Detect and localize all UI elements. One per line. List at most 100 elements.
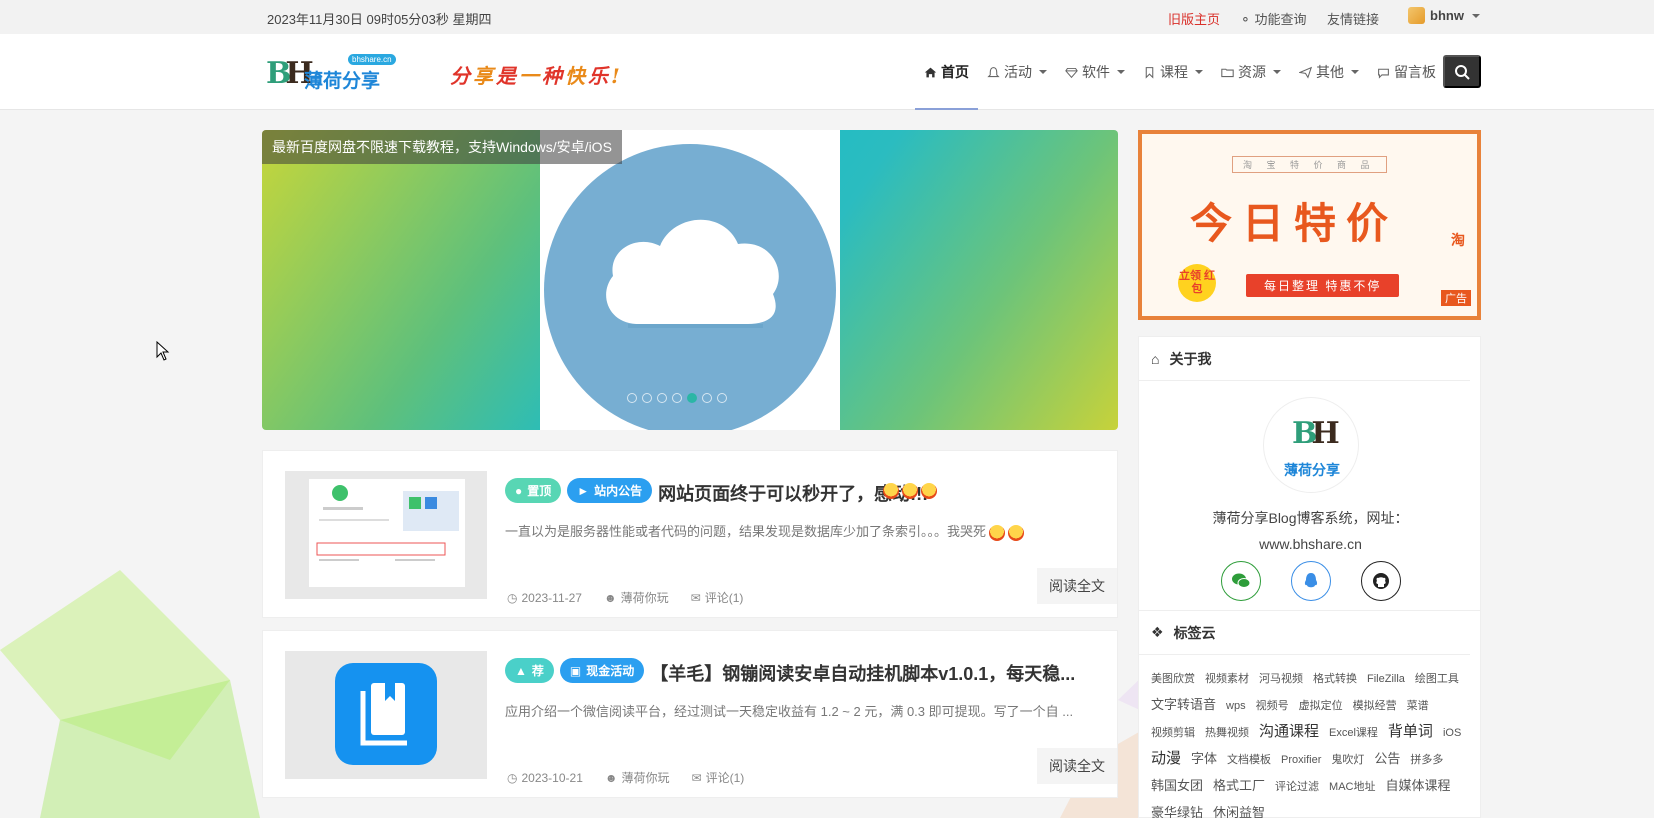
nav-activity[interactable]: 活动: [978, 34, 1056, 110]
post-author[interactable]: ☻ 薄荷你玩: [604, 589, 669, 606]
old-home-link[interactable]: 旧版主页: [1168, 9, 1220, 28]
badge-pinned[interactable]: ● 置顶: [505, 478, 562, 503]
tag-link[interactable]: 评论过滤: [1275, 774, 1319, 800]
post-comments[interactable]: ✉ 评论(1): [692, 769, 745, 786]
github-button[interactable]: [1361, 561, 1401, 601]
tag-link[interactable]: 休闲益智: [1213, 800, 1265, 818]
tag-link[interactable]: 格式工厂: [1213, 773, 1265, 799]
chevron-down-icon: [1351, 70, 1359, 74]
post-title-wrap: 【羊毛】钢镚阅读安卓自动挂机脚本v1.0.1，每天稳...: [650, 660, 1075, 684]
post-date: ◷ 2023-11-27: [507, 589, 582, 606]
thumbs-up-icon: ▲: [515, 663, 527, 678]
friend-links-link[interactable]: 友情链接: [1327, 9, 1379, 28]
carousel-dot[interactable]: [657, 393, 667, 403]
nav-label: 课程: [1160, 64, 1188, 80]
logo-mark: BH: [1292, 416, 1340, 451]
carousel-dot[interactable]: [702, 393, 712, 403]
tag-link[interactable]: 文档模板: [1227, 747, 1271, 773]
badge-label: 现金活动: [586, 664, 635, 678]
tag-link[interactable]: 热舞视频: [1205, 720, 1249, 746]
tag-link[interactable]: 背单词: [1388, 719, 1433, 745]
tags-icon: ❖: [1151, 624, 1164, 640]
post-author[interactable]: ☻ 薄荷你玩: [605, 769, 670, 786]
tag-link[interactable]: 视频素材: [1205, 666, 1249, 692]
function-query-link[interactable]: ⚬ 功能查询: [1240, 9, 1307, 28]
tag-link[interactable]: 字体: [1191, 746, 1217, 772]
nav-software[interactable]: 软件: [1056, 34, 1134, 110]
avatar: [1408, 7, 1425, 24]
nav-home[interactable]: 首页: [915, 34, 978, 110]
tag-link[interactable]: 虚拟定位: [1299, 693, 1343, 719]
tag-link[interactable]: 鬼吹灯: [1331, 747, 1364, 773]
post-title-wrap: 网站页面终于可以秒开了，感动!!!: [658, 480, 998, 504]
about-site-url: www.bhshare.cn: [1259, 536, 1362, 552]
tag-link[interactable]: 韩国女团: [1151, 773, 1203, 799]
tag-link[interactable]: 公告: [1374, 746, 1400, 772]
tag-link[interactable]: MAC地址: [1329, 774, 1375, 800]
tag-link[interactable]: wps: [1226, 693, 1246, 719]
post-title[interactable]: 【羊毛】钢镚阅读安卓自动挂机脚本v1.0.1，每天稳...: [650, 660, 1075, 686]
nav-label: 资源: [1238, 64, 1266, 80]
chevron-down-icon: [1117, 70, 1125, 74]
slide-image[interactable]: [540, 130, 840, 430]
tag-link[interactable]: FileZilla: [1367, 666, 1405, 692]
slogan-char: 一: [519, 64, 542, 88]
carousel-dot[interactable]: [672, 393, 682, 403]
tag-link[interactable]: Proxifier: [1281, 747, 1321, 773]
tag-link[interactable]: 模拟经营: [1353, 693, 1397, 719]
nav-guestbook[interactable]: 留言板: [1368, 34, 1445, 110]
about-description: 薄荷分享Blog博客系统，网址： www.bhshare.cn: [1139, 505, 1482, 557]
tag-link[interactable]: Excel课程: [1329, 720, 1378, 746]
tag-cloud-widget: ❖ 标签云 美图欣赏 视频素材 河马视频 格式转换 FileZilla 绘图工具文字转语音…: [1138, 610, 1481, 818]
logo-text: 薄荷分享: [1284, 462, 1340, 478]
tag-link[interactable]: iOS: [1443, 720, 1461, 746]
tag-link[interactable]: 自媒体课程: [1385, 773, 1450, 799]
site-header: BH 薄荷分享 bhshare.cn 分享是一种快乐! 首页 活动 软件 课程 …: [0, 34, 1654, 110]
tag-link[interactable]: 菜谱: [1407, 693, 1429, 719]
tag-link[interactable]: 豪华绿钻: [1151, 800, 1203, 818]
tag-link[interactable]: 拼多多: [1410, 747, 1443, 773]
badge-recommended[interactable]: ▲ 荐: [505, 658, 554, 683]
carousel-dot-active[interactable]: [687, 393, 697, 403]
slogan-char: 分: [450, 64, 473, 88]
post-thumbnail[interactable]: [285, 471, 487, 599]
tag-link[interactable]: 沟通课程: [1259, 719, 1319, 745]
clock-icon: ◷: [507, 770, 518, 785]
chevron-down-icon: [1039, 70, 1047, 74]
badge-announcement[interactable]: ► 站内公告: [567, 478, 653, 503]
nav-other[interactable]: 其他: [1290, 34, 1368, 110]
tag-link[interactable]: 美图欣赏: [1151, 666, 1195, 692]
tag-link[interactable]: 视频剪辑: [1151, 720, 1195, 746]
nav-resource[interactable]: 资源: [1212, 34, 1290, 110]
read-more-button[interactable]: 阅读全文: [1037, 568, 1117, 604]
ad-banner[interactable]: 淘 宝 特 价 商 品 今日特价 立领 红包 每日整理 特惠不停 淘 广告: [1138, 130, 1481, 320]
qq-button[interactable]: [1291, 561, 1331, 601]
nav-course[interactable]: 课程: [1134, 34, 1212, 110]
slide-caption[interactable]: 最新百度网盘不限速下载教程，支持Windows/安卓/iOS: [262, 130, 622, 164]
tag-link[interactable]: 视频号: [1256, 693, 1289, 719]
tag-link[interactable]: 动漫: [1151, 746, 1181, 772]
search-button[interactable]: [1443, 55, 1481, 88]
site-logo[interactable]: BH 薄荷分享 bhshare.cn: [266, 54, 396, 96]
badge-cash-activity[interactable]: ▣ 现金活动: [559, 658, 645, 683]
carousel-dot[interactable]: [717, 393, 727, 403]
bookmark-icon: [1145, 66, 1154, 79]
tag-link[interactable]: 河马视频: [1259, 666, 1303, 692]
user-menu[interactable]: bhnw: [1408, 7, 1480, 24]
logo-domain-pill: bhshare.cn: [348, 54, 396, 65]
carousel-dot[interactable]: [642, 393, 652, 403]
read-more-button[interactable]: 阅读全文: [1037, 748, 1117, 784]
tag-link[interactable]: 格式转换: [1313, 666, 1357, 692]
logo-text: 薄荷分享: [304, 71, 381, 92]
tag-link[interactable]: 文字转语音: [1151, 692, 1216, 718]
featured-carousel[interactable]: 最新百度网盘不限速下载教程，支持Windows/安卓/iOS: [262, 130, 1118, 430]
user-icon: ☻: [603, 590, 617, 605]
wechat-button[interactable]: [1221, 561, 1261, 601]
post-meta: ◷ 2023-10-21 ☻ 薄荷你玩 ✉ 评论(1): [507, 769, 744, 786]
post-date: ◷ 2023-10-21: [507, 769, 583, 786]
carousel-dot[interactable]: [627, 393, 637, 403]
post-thumbnail[interactable]: [285, 651, 487, 779]
post-comments[interactable]: ✉ 评论(1): [691, 589, 744, 606]
tag-link[interactable]: 绘图工具: [1415, 666, 1459, 692]
slogan-char: 种: [542, 64, 565, 88]
